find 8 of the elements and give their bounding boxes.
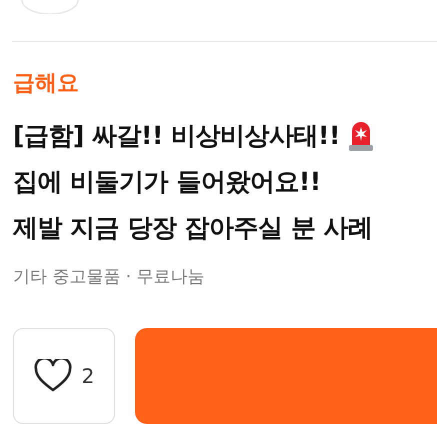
urgent-label: 급해요 [12, 70, 80, 98]
siren-icon [348, 120, 374, 151]
title-text: 제발 지금 당장 잡아주실 분 사례 [13, 212, 373, 244]
title-text: [급함] 싸갈!! 비상비상사태!! [13, 120, 340, 152]
title-text: 집에 비둘기가 들어왔어요!! [13, 166, 321, 198]
action-button[interactable] [135, 328, 437, 424]
category-text[interactable]: 기타 중고물품 · 무료나눔 [0, 250, 437, 290]
like-button[interactable]: 2 [13, 328, 115, 424]
